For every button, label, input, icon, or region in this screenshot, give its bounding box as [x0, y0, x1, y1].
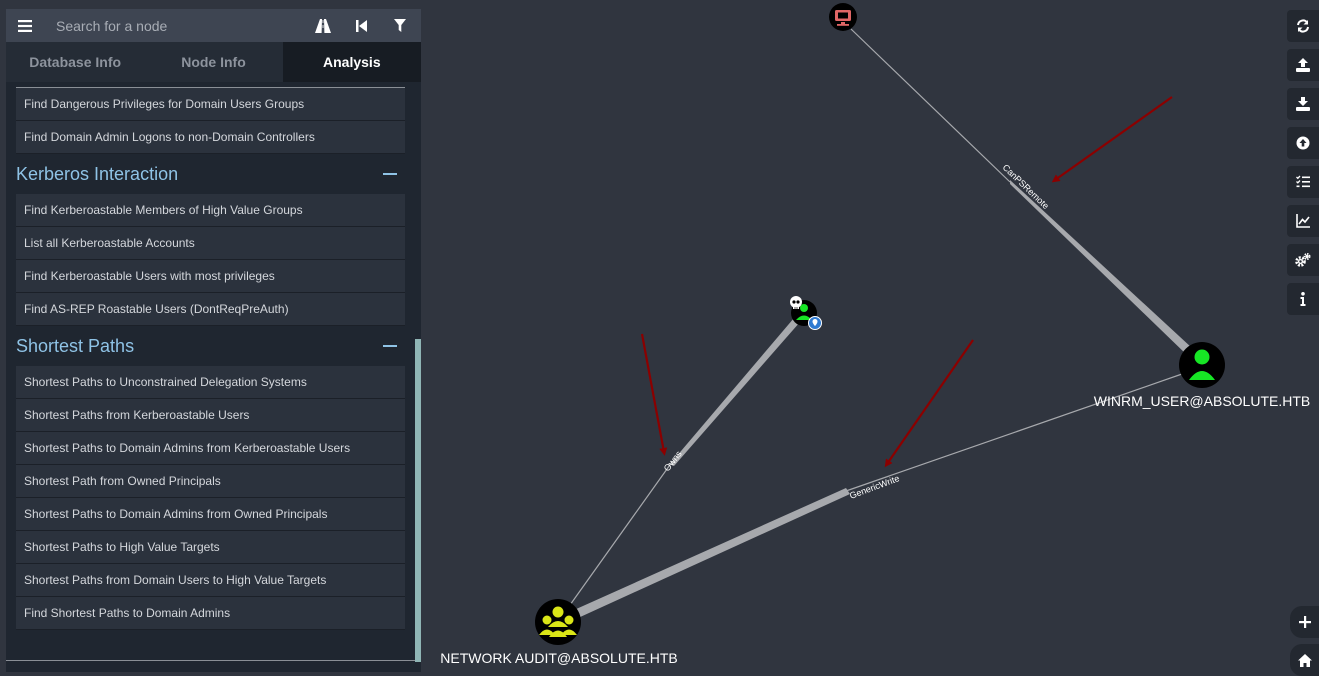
road-icon: [315, 18, 331, 33]
computer-node[interactable]: [829, 3, 857, 31]
upload-icon: [1296, 58, 1310, 72]
queries-button[interactable]: [1287, 166, 1319, 198]
section-header-shortest-paths[interactable]: Shortest Paths: [6, 326, 415, 366]
edge-canpsremote[interactable]: CanPSRemote: [850, 28, 1192, 356]
download-button[interactable]: [1287, 88, 1319, 120]
query-item[interactable]: Shortest Path from Owned Principals: [16, 465, 405, 498]
filter-icon: [394, 19, 406, 32]
section-title: Shortest Paths: [16, 335, 135, 356]
pathfinding-button[interactable]: [309, 9, 337, 42]
zoom-in-icon: [1298, 616, 1311, 628]
analysis-query-list[interactable]: Find Dangerous Privileges for Domain Use…: [6, 82, 415, 672]
upload-button[interactable]: [1287, 49, 1319, 81]
query-item[interactable]: Find Kerberoastable Members of High Valu…: [16, 194, 405, 227]
tab-node-info[interactable]: Node Info: [144, 42, 283, 82]
hamburger-icon: [18, 19, 32, 32]
winrm-user-label: WINRM_USER@ABSOLUTE.HTB: [1094, 393, 1310, 409]
query-item[interactable]: Find AS-REP Roastable Users (DontReqPreA…: [16, 293, 405, 326]
import-button[interactable]: [1287, 127, 1319, 159]
section-header-kerberos[interactable]: Kerberos Interaction: [6, 154, 415, 194]
query-item[interactable]: Shortest Paths from Domain Users to High…: [16, 564, 405, 597]
chart-button[interactable]: [1287, 205, 1319, 237]
chart-icon: [1296, 214, 1310, 228]
collapse-icon[interactable]: [383, 173, 397, 175]
import-icon: [1296, 136, 1310, 150]
settings-button[interactable]: [1287, 244, 1319, 276]
refresh-button[interactable]: [1287, 10, 1319, 42]
search-input[interactable]: [44, 10, 292, 41]
edge-label-canpsremote: CanPSRemote: [1001, 162, 1051, 211]
query-item[interactable]: Shortest Paths to High Value Targets: [16, 531, 405, 564]
query-item[interactable]: List all Kerberoastable Accounts: [16, 227, 405, 260]
filter-button[interactable]: [386, 9, 414, 42]
panel-tabs: Database Info Node Info Analysis: [6, 42, 421, 82]
query-item[interactable]: Shortest Paths to Domain Admins from Ker…: [16, 432, 405, 465]
winrm-user-node[interactable]: WINRM_USER@ABSOLUTE.HTB: [1094, 342, 1310, 409]
network-audit-group-node[interactable]: NETWORK AUDIT@ABSOLUTE.HTB: [440, 599, 678, 666]
queries-icon: [1296, 175, 1310, 188]
scrollbar-thumb[interactable]: [415, 339, 421, 662]
zoom-in-button[interactable]: [1290, 606, 1319, 638]
search-bar: [6, 9, 421, 42]
menu-button[interactable]: [6, 9, 44, 42]
query-item[interactable]: Find Domain Admin Logons to non-Domain C…: [16, 121, 405, 154]
panel-divider: [6, 660, 415, 661]
query-item[interactable]: Find Kerberoastable Users with most priv…: [16, 260, 405, 293]
refresh-icon: [1297, 19, 1309, 33]
edge-genericwrite[interactable]: GenericWrite: [574, 373, 1183, 618]
home-button[interactable]: [1290, 644, 1319, 676]
query-item[interactable]: Shortest Paths to Unconstrained Delegati…: [16, 366, 405, 399]
analysis-panel: Database Info Node Info Analysis Find Da…: [6, 9, 421, 672]
annotation-arrow: [640, 333, 668, 456]
settings-icon: [1295, 253, 1311, 267]
info-button[interactable]: [1287, 283, 1319, 315]
collapse-icon[interactable]: [383, 345, 397, 347]
query-item[interactable]: Shortest Paths to Domain Admins from Own…: [16, 498, 405, 531]
home-icon: [1297, 653, 1312, 667]
annotation-arrow: [1051, 96, 1173, 183]
step-backward-icon: [355, 19, 367, 32]
download-icon: [1296, 97, 1310, 111]
query-item[interactable]: Find Dangerous Privileges for Domain Use…: [16, 88, 405, 121]
info-icon: [1300, 292, 1306, 306]
query-item[interactable]: Find Shortest Paths to Domain Admins: [16, 597, 405, 630]
tab-analysis[interactable]: Analysis: [282, 42, 421, 82]
query-item[interactable]: Shortest Paths from Kerberoastable Users: [16, 399, 405, 432]
annotation-arrow: [884, 339, 974, 468]
back-button[interactable]: [347, 9, 375, 42]
section-title: Kerberos Interaction: [16, 163, 179, 184]
tab-database-info[interactable]: Database Info: [6, 42, 145, 82]
network-audit-label: NETWORK AUDIT@ABSOLUTE.HTB: [440, 650, 677, 666]
location-pin-icon: [808, 316, 822, 330]
